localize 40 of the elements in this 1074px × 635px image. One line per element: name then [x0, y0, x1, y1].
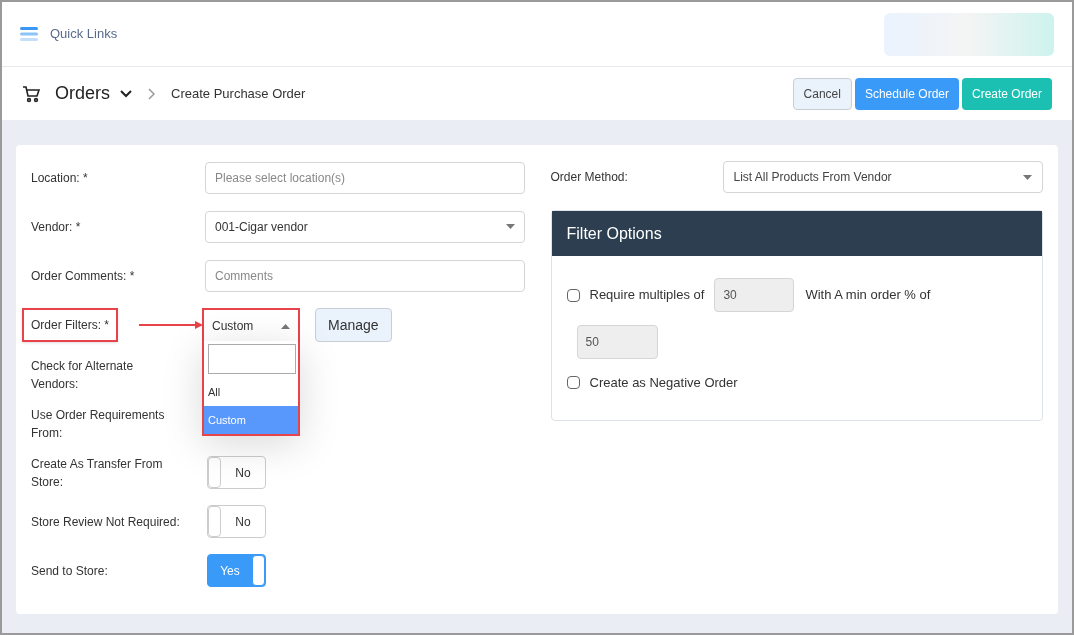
highlighted-label: Order Filters: *: [22, 308, 118, 342]
order-filters-dropdown[interactable]: Custom: [202, 308, 300, 342]
field-label: Create As Transfer From Store:: [31, 455, 164, 491]
field-label: Location: *: [31, 169, 89, 187]
field-label: Order Method:: [550, 169, 629, 186]
checkbox-label: Require multiples of: [589, 286, 705, 305]
menu-icon[interactable]: [20, 27, 38, 41]
text-input[interactable]: Comments: [205, 259, 525, 292]
manage-button[interactable]: Manage: [315, 308, 392, 342]
checkbox[interactable]: [566, 288, 580, 302]
caret-icon: [505, 224, 515, 229]
multiples-input[interactable]: 30: [714, 278, 795, 312]
order-method-select[interactable]: List All Products From Vendor: [722, 161, 1043, 193]
field-label: Send to Store:: [31, 562, 109, 580]
caret-icon: [1023, 174, 1032, 180]
annotation-arrow: [139, 321, 203, 329]
panel-title: Filter Options: [566, 223, 662, 244]
toggle-switch[interactable]: No: [207, 505, 266, 538]
cart-icon: [22, 84, 40, 103]
field-label: Check for Alternate Vendors:: [31, 357, 135, 393]
cancel-button[interactable]: Cancel: [792, 77, 852, 110]
quick-links-link[interactable]: Quick Links: [50, 24, 118, 44]
toggle-switch[interactable]: No: [207, 456, 266, 489]
checkbox-label: Create as Negative Order: [589, 374, 738, 392]
field-label: Order Comments: *: [31, 267, 136, 285]
caret-icon: [281, 323, 290, 329]
min-order-label: With A min order % of: [805, 286, 931, 305]
field-label: Store Review Not Required:: [31, 513, 181, 531]
search-field[interactable]: [208, 344, 296, 374]
chevron-right-icon: [148, 87, 155, 100]
breadcrumb-current: Create Purchase Order: [171, 84, 306, 103]
vendor-select[interactable]: 001-Cigar vendor: [205, 210, 525, 243]
text-input[interactable]: Please select location(s): [205, 161, 525, 194]
field-label: Use Order Requirements From:: [31, 406, 166, 442]
dropdown-option[interactable]: All: [204, 378, 298, 406]
checkbox[interactable]: [566, 376, 580, 390]
orders-title: Orders: [55, 82, 110, 105]
field-label: Vendor: *: [31, 218, 82, 236]
min-order-input[interactable]: 50: [576, 325, 658, 359]
chevron-down-icon[interactable]: [120, 89, 132, 98]
